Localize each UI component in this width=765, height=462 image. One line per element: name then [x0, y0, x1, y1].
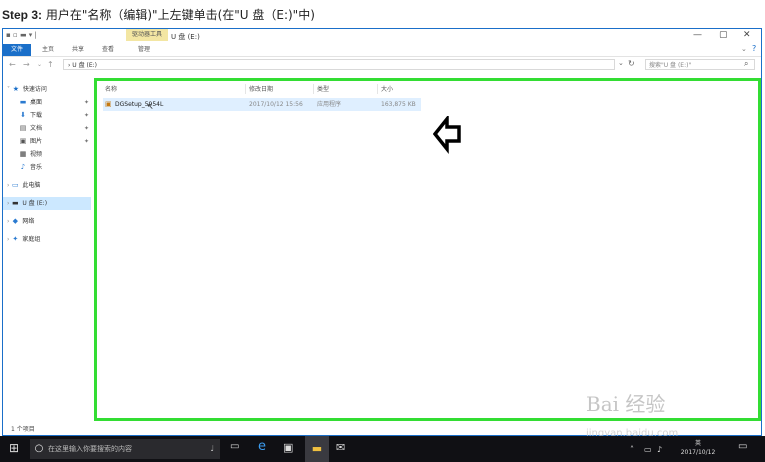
taskbar: ⊞ ○ 在这里输入你要搜索的内容 ♩ ▭ e ▣ ▬ ✉ ˄ ▭ ♪ 英 2017…	[0, 436, 765, 462]
help-icon[interactable]: ?	[752, 44, 756, 53]
sidebar-item-this-pc[interactable]: › ▭ 此电脑	[3, 179, 91, 192]
tray-chevron-icon[interactable]: ˄	[630, 445, 634, 454]
taskbar-clock[interactable]: 英 2017/10/12	[663, 439, 733, 457]
sidebar-item-usb-drive[interactable]: › ▬ U 盘 (E:)	[3, 197, 91, 210]
step-label: Step 3:	[2, 8, 43, 22]
window-title: U 盘 (E:)	[171, 33, 200, 41]
navigation-pane: ˅ ★ 快速访问 ▬ 桌面 ✦ ⬇ 下载 ✦ ▤ 文档 ✦ ▣ 图片 ✦ ▦ 视频 ♪ 音乐 …	[3, 83, 91, 246]
explorer-window: ▪ ▫ ▬ ▾ | 驱动器工具 U 盘 (E:) — ▢ ✕ 文件 主页 共享 …	[2, 28, 762, 436]
music-icon: ♪	[20, 163, 26, 171]
address-path[interactable]: › U 盘 (E:)	[63, 59, 615, 70]
step-caption: Step 3: 用户在"名称（编辑)"上左键单击(在"U 盘（E:)"中)	[2, 6, 315, 23]
store-icon[interactable]: ▣	[283, 441, 293, 454]
column-separator[interactable]	[313, 84, 314, 94]
computer-icon: ▭	[12, 181, 19, 189]
pin-icon: ✦	[83, 112, 89, 119]
taskbar-search-placeholder: 在这里输入你要搜索的内容	[48, 445, 132, 453]
column-separator[interactable]	[377, 84, 378, 94]
search-icon[interactable]: ⌕	[744, 59, 748, 69]
input-language: 英	[694, 440, 701, 447]
sidebar-item-network[interactable]: › ◆ 网络	[3, 215, 91, 228]
left-arrow-icon	[433, 116, 461, 154]
pin-icon: ✦	[83, 138, 89, 145]
column-header-name[interactable]: 名称	[105, 84, 117, 93]
minimize-button[interactable]: —	[693, 30, 702, 40]
notification-icon[interactable]: ▭	[738, 441, 747, 452]
homegroup-icon: ✦	[12, 235, 19, 243]
address-dropdown-icon[interactable]: ⌄	[618, 59, 624, 67]
pin-icon: ✦	[83, 99, 89, 106]
windows-start-icon[interactable]: ⊞	[9, 441, 19, 455]
pin-icon: ✦	[83, 125, 89, 132]
file-modified: 2017/10/12 15:56	[249, 101, 303, 108]
ribbon-expand-icon[interactable]: ⌄	[741, 45, 747, 53]
tab-file[interactable]: 文件	[3, 44, 32, 56]
sidebar-item-music[interactable]: ♪ 音乐	[3, 161, 91, 174]
star-icon: ★	[12, 85, 20, 93]
sidebar-item-quick-access[interactable]: ˅ ★ 快速访问	[3, 83, 91, 96]
file-type: 应用程序	[317, 101, 342, 108]
picture-icon: ▣	[19, 137, 27, 145]
network-tray-icon[interactable]: ▭	[644, 445, 652, 454]
mouse-cursor-icon: ↖	[147, 102, 154, 111]
status-bar: 1 个项目	[11, 426, 35, 433]
desktop-icon: ▬	[19, 98, 27, 106]
sidebar-item-homegroup[interactable]: › ✦ 家庭组	[3, 233, 91, 246]
close-button[interactable]: ✕	[743, 30, 751, 40]
sidebar-item-pictures[interactable]: ▣ 图片 ✦	[3, 135, 91, 148]
clock-date: 2017/10/12	[680, 449, 716, 456]
sidebar-item-desktop[interactable]: ▬ 桌面 ✦	[3, 96, 91, 109]
ribbon-tabs: 文件 主页 共享 查看 管理 ⌄ ?	[3, 44, 761, 57]
search-input[interactable]: 搜索"U 盘 (E:)"	[645, 59, 755, 70]
tab-view[interactable]: 查看	[96, 44, 120, 56]
volume-icon[interactable]: ♪	[657, 445, 662, 454]
table-row[interactable]: ▣ DGSetup_5954L 2017/10/12 15:56 应用程序 16…	[103, 98, 421, 111]
step-text: 用户在"名称（编辑)"上左键单击(在"U 盘（E:)"中)	[45, 8, 315, 22]
network-icon: ◆	[12, 217, 19, 225]
column-header-size[interactable]: 大小	[381, 84, 393, 93]
watermark-logo: Bai 经验	[586, 392, 666, 416]
column-header-type[interactable]: 类型	[317, 84, 329, 93]
column-separator[interactable]	[245, 84, 246, 94]
back-icon[interactable]: ←	[9, 60, 16, 69]
tab-share[interactable]: 共享	[66, 44, 90, 56]
quick-access-toolbar[interactable]: ▪ ▫ ▬ ▾ |	[6, 31, 37, 39]
sidebar-item-videos[interactable]: ▦ 视频	[3, 148, 91, 161]
file-explorer-taskbar-icon[interactable]: ▬	[305, 436, 329, 462]
taskbar-search[interactable]: ○ 在这里输入你要搜索的内容 ♩	[30, 439, 220, 459]
task-view-icon[interactable]: ▭	[230, 441, 239, 452]
sidebar-item-documents[interactable]: ▤ 文档 ✦	[3, 122, 91, 135]
application-icon: ▣	[105, 100, 112, 108]
column-header-modified[interactable]: 修改日期	[249, 84, 273, 93]
mail-icon[interactable]: ✉	[336, 441, 345, 454]
tab-manage[interactable]: 管理	[132, 44, 156, 56]
microphone-icon[interactable]: ♩	[210, 439, 214, 459]
up-icon[interactable]: ↑	[47, 60, 54, 69]
document-icon: ▤	[19, 124, 27, 132]
forward-icon[interactable]: →	[23, 60, 30, 69]
edge-browser-icon[interactable]: e	[258, 439, 266, 454]
file-name[interactable]: DGSetup_5954L	[115, 98, 163, 111]
title-bar: ▪ ▫ ▬ ▾ | 驱动器工具 U 盘 (E:) — ▢ ✕	[3, 29, 761, 44]
cortana-icon: ○	[34, 443, 44, 454]
maximize-button[interactable]: ▢	[719, 30, 728, 40]
file-list-highlighted: 名称 修改日期 类型 大小 ▣ DGSetup_5954L 2017/10/12…	[94, 78, 761, 421]
sidebar-item-downloads[interactable]: ⬇ 下载 ✦	[3, 109, 91, 122]
video-icon: ▦	[19, 150, 27, 158]
recent-locations-icon[interactable]: ⌄	[37, 61, 42, 68]
refresh-icon[interactable]: ↻	[628, 59, 635, 68]
drive-tools-context-tab[interactable]: 驱动器工具	[126, 29, 168, 41]
usb-drive-icon: ▬	[12, 199, 19, 207]
address-bar-row: ← → ⌄ ↑ › U 盘 (E:) ⌄ ↻ 搜索"U 盘 (E:)" ⌕	[3, 58, 761, 72]
tab-home[interactable]: 主页	[36, 44, 60, 56]
file-size: 163,875 KB	[381, 101, 416, 108]
download-icon: ⬇	[20, 111, 26, 119]
